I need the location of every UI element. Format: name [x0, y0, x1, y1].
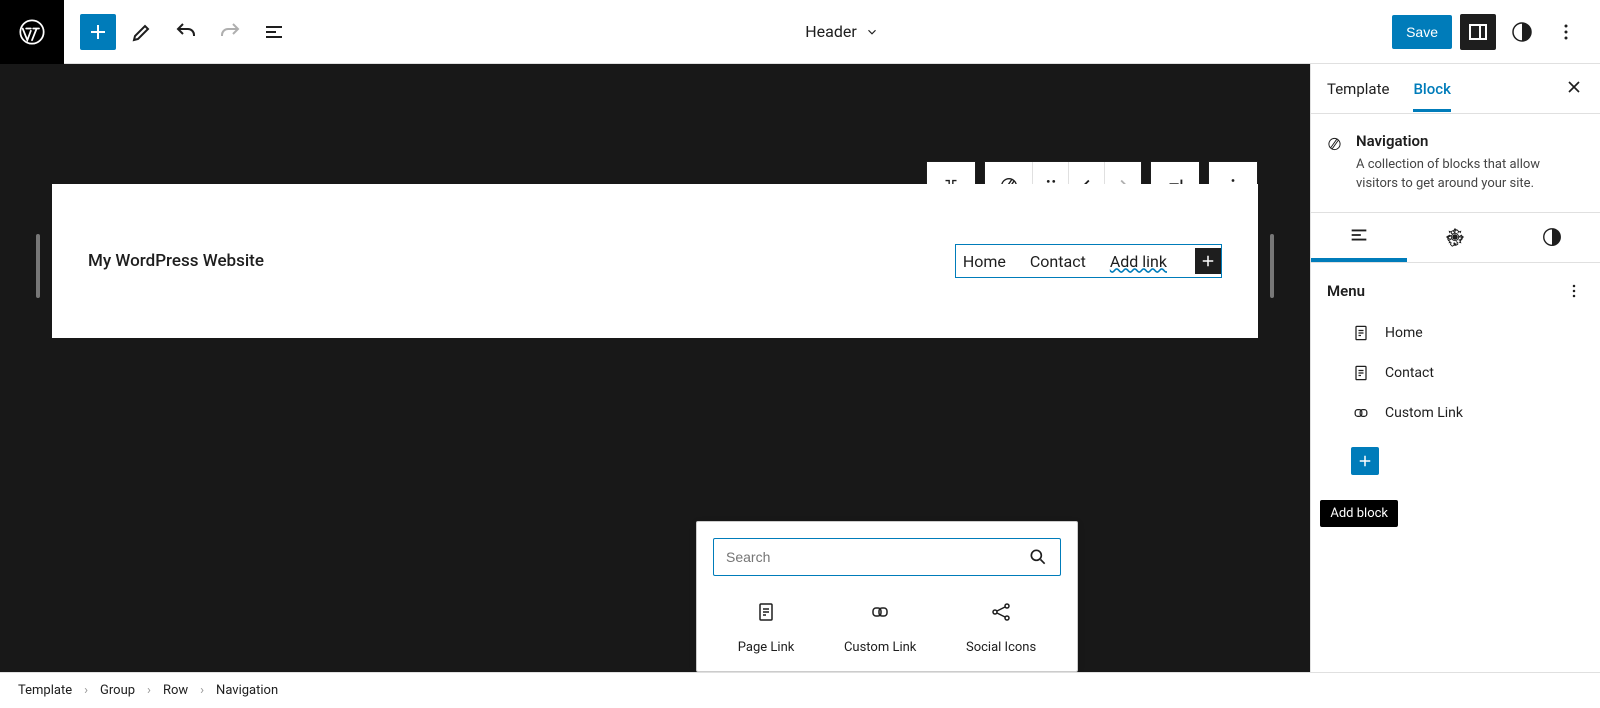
menu-item-label: Contact: [1385, 365, 1434, 381]
breadcrumb-template[interactable]: Template: [18, 683, 72, 698]
breadcrumb-group[interactable]: Group: [100, 683, 135, 698]
document-overview-button[interactable]: [256, 14, 292, 50]
inserter-label: Custom Link: [844, 640, 916, 655]
link-icon: [1351, 403, 1371, 423]
menu-item-home[interactable]: Home: [1351, 317, 1584, 349]
nav-link-contact[interactable]: Contact: [1026, 252, 1090, 271]
inserter-custom-link[interactable]: Custom Link: [844, 600, 916, 655]
breadcrumb-row[interactable]: Row: [163, 683, 188, 698]
search-icon: [1028, 547, 1048, 567]
menu-item-custom-link[interactable]: Custom Link: [1351, 397, 1584, 429]
tooltip-add-block: Add block: [1320, 500, 1398, 527]
breadcrumb: Template › Group › Row › Navigation: [0, 672, 1600, 708]
navigation-block[interactable]: Home Contact Add link: [955, 244, 1222, 278]
styles-button[interactable]: [1504, 14, 1540, 50]
menu-item-label: Home: [1385, 325, 1423, 341]
inserter-label: Social Icons: [966, 640, 1036, 655]
share-icon: [989, 600, 1013, 624]
page-icon: [1351, 363, 1371, 383]
chevron-right-icon: ›: [200, 683, 204, 698]
wordpress-logo[interactable]: [0, 0, 64, 64]
inserter-search[interactable]: [713, 538, 1061, 576]
navigation-icon: [1327, 132, 1342, 156]
header-block[interactable]: My WordPress Website Home Contact Add li…: [52, 184, 1258, 338]
tab-template[interactable]: Template: [1327, 66, 1389, 112]
inserter-social-icons[interactable]: Social Icons: [966, 600, 1036, 655]
link-icon: [868, 600, 892, 624]
nav-link-home[interactable]: Home: [959, 252, 1010, 271]
menu-item-label: Custom Link: [1385, 405, 1463, 421]
redo-button[interactable]: [212, 14, 248, 50]
subtab-settings[interactable]: [1407, 213, 1503, 262]
chevron-right-icon: ›: [147, 683, 151, 698]
toggle-sidebar-button[interactable]: [1460, 14, 1496, 50]
settings-sidebar: Template Block Navigation A collection o…: [1310, 64, 1600, 672]
tab-block[interactable]: Block: [1413, 66, 1450, 112]
inserter-label: Page Link: [738, 640, 795, 655]
nav-add-button[interactable]: [1195, 248, 1221, 274]
block-description: A collection of blocks that allow visito…: [1356, 156, 1584, 194]
breadcrumb-navigation[interactable]: Navigation: [216, 683, 278, 698]
undo-button[interactable]: [168, 14, 204, 50]
subtab-list-view[interactable]: [1311, 213, 1407, 262]
chevron-down-icon: [865, 25, 879, 39]
menu-options-button[interactable]: [1564, 281, 1584, 301]
insert-block-button[interactable]: [80, 14, 116, 50]
resize-handle-left[interactable]: [36, 234, 40, 298]
menu-section-label: Menu: [1327, 282, 1365, 300]
top-toolbar: Header Save: [0, 0, 1600, 64]
close-sidebar-button[interactable]: [1564, 77, 1584, 101]
site-title[interactable]: My WordPress Website: [88, 251, 955, 271]
add-menu-item-button[interactable]: [1351, 447, 1379, 475]
block-title: Navigation: [1356, 132, 1584, 150]
subtab-styles[interactable]: [1504, 213, 1600, 262]
page-icon: [1351, 323, 1371, 343]
chevron-right-icon: ›: [84, 683, 88, 698]
template-name: Header: [805, 22, 857, 41]
search-input[interactable]: [726, 549, 1028, 565]
resize-handle-right[interactable]: [1270, 234, 1274, 298]
page-icon: [754, 600, 778, 624]
editor-canvas: My WordPress Website Home Contact Add li…: [0, 64, 1310, 672]
nav-add-link[interactable]: Add link: [1106, 252, 1171, 271]
menu-item-contact[interactable]: Contact: [1351, 357, 1584, 389]
block-inserter-popover: Page Link Custom Link Social Icons: [696, 521, 1078, 672]
template-selector[interactable]: Header: [292, 22, 1392, 41]
inserter-page-link[interactable]: Page Link: [738, 600, 795, 655]
save-button[interactable]: Save: [1392, 15, 1452, 49]
options-button[interactable]: [1548, 14, 1584, 50]
edit-tool-button[interactable]: [124, 14, 160, 50]
